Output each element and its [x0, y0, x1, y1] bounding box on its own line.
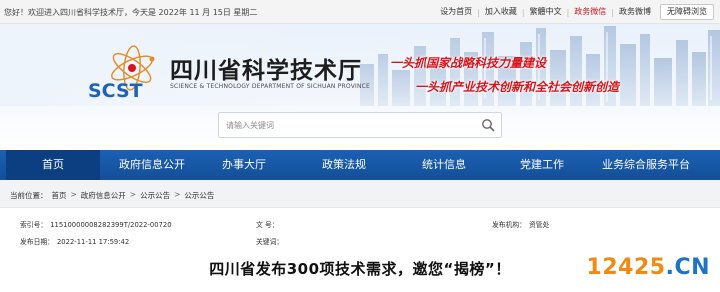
traditional-chinese-link[interactable]: 繁體中文 [525, 5, 567, 19]
scst-logo: SCST [88, 45, 155, 101]
welcome-text: 您好！欢迎进入四川省科学技术厅，今天是 2022年 11 月 15日 星期二 [4, 8, 258, 17]
document-metadata: 索引号： 11510000008282399T/2022-00720 文 号： 发… [0, 208, 720, 254]
meta-keywords: 关键词： [256, 236, 286, 246]
breadcrumb-current[interactable]: 公示公告 [184, 190, 214, 201]
nav-item-service-platform[interactable]: 业务综合服务平台 [586, 150, 706, 180]
breadcrumb-label: 当前位置： [10, 191, 48, 200]
nav-item-service-hall[interactable]: 办事大厅 [204, 150, 284, 180]
site-banner: SCST 四川省科学技术厅 SCIENCE & TECHNOLOGY DEPAR… [0, 24, 720, 150]
meta-date-label: 发布日期： [20, 238, 54, 246]
logo-text: SCST [88, 80, 143, 101]
set-homepage-link[interactable]: 设为首页 [435, 5, 477, 19]
add-favorite-link[interactable]: 加入收藏 [480, 5, 522, 19]
meta-organization: 发布机构： 资管处 [492, 219, 549, 229]
search-input[interactable] [219, 113, 469, 137]
meta-org-label: 发布机构： [492, 221, 526, 229]
breadcrumb-announcements[interactable]: 公示公告 [140, 190, 170, 201]
breadcrumb-gov-info[interactable]: 政府信息公开 [81, 190, 126, 201]
wechat-link[interactable]: 政务微信 [569, 5, 611, 19]
slogan-line-2: 一头抓产业技术创新和全社会创新创造 [415, 80, 620, 94]
nav-item-home[interactable]: 首页 [6, 150, 100, 180]
top-utility-bar: 您好！欢迎进入四川省科学技术厅，今天是 2022年 11 月 15日 星期二 设… [0, 0, 720, 24]
top-links: 设为首页 | 加入收藏 | 繁體中文 | 政务微信 | 政务微博 无障碍浏览 [435, 4, 714, 20]
nav-item-gov-info[interactable]: 政府信息公开 [104, 150, 200, 180]
breadcrumb-home[interactable]: 首页 [52, 190, 67, 201]
meta-doc-label: 文 号： [256, 221, 279, 229]
main-navigation: 首页 政府信息公开 办事大厅 政策法规 统计信息 党建工作 业务综合服务平台 [0, 150, 720, 180]
site-title: 四川省科学技术厅 [170, 57, 362, 84]
page: 您好！欢迎进入四川省科学技术厅，今天是 2022年 11 月 15日 星期二 设… [0, 0, 720, 292]
search-icon[interactable] [481, 118, 495, 132]
weibo-link[interactable]: 政务微博 [614, 5, 656, 19]
breadcrumb: 当前位置： 首页 > 政府信息公开 > 公示公告 > 公示公告 [0, 180, 720, 208]
watermark-number: 12425 [586, 255, 666, 280]
nav-item-statistics[interactable]: 统计信息 [404, 150, 484, 180]
site-subtitle: SCIENCE & TECHNOLOGY DEPARTMENT OF SICHU… [170, 83, 371, 90]
meta-index: 索引号： 11510000008282399T/2022-00720 [20, 219, 172, 229]
breadcrumb-separator: > [70, 190, 77, 199]
meta-date-value: 2022-11-11 17:59:42 [56, 238, 130, 246]
site-watermark: 12425.CN [587, 255, 710, 280]
nav-item-party-building[interactable]: 党建工作 [502, 150, 582, 180]
search-box [218, 112, 502, 138]
accessibility-button[interactable]: 无障碍浏览 [660, 4, 714, 20]
meta-doc-number: 文 号： [256, 219, 282, 229]
watermark-tld: CN [674, 255, 710, 280]
breadcrumb-separator: > [174, 190, 181, 199]
meta-date: 发布日期： 2022-11-11 17:59:42 [20, 236, 129, 246]
meta-org-value: 资管处 [528, 221, 550, 229]
meta-index-value: 11510000008282399T/2022-00720 [50, 221, 172, 229]
slogan-line-1: 一头抓国家战略科技力量建设 [390, 56, 547, 70]
meta-keyword-label: 关键词： [256, 238, 284, 246]
nav-item-policies[interactable]: 政策法规 [304, 150, 384, 180]
breadcrumb-separator: > [129, 190, 137, 199]
meta-index-label: 索引号： [20, 221, 48, 229]
